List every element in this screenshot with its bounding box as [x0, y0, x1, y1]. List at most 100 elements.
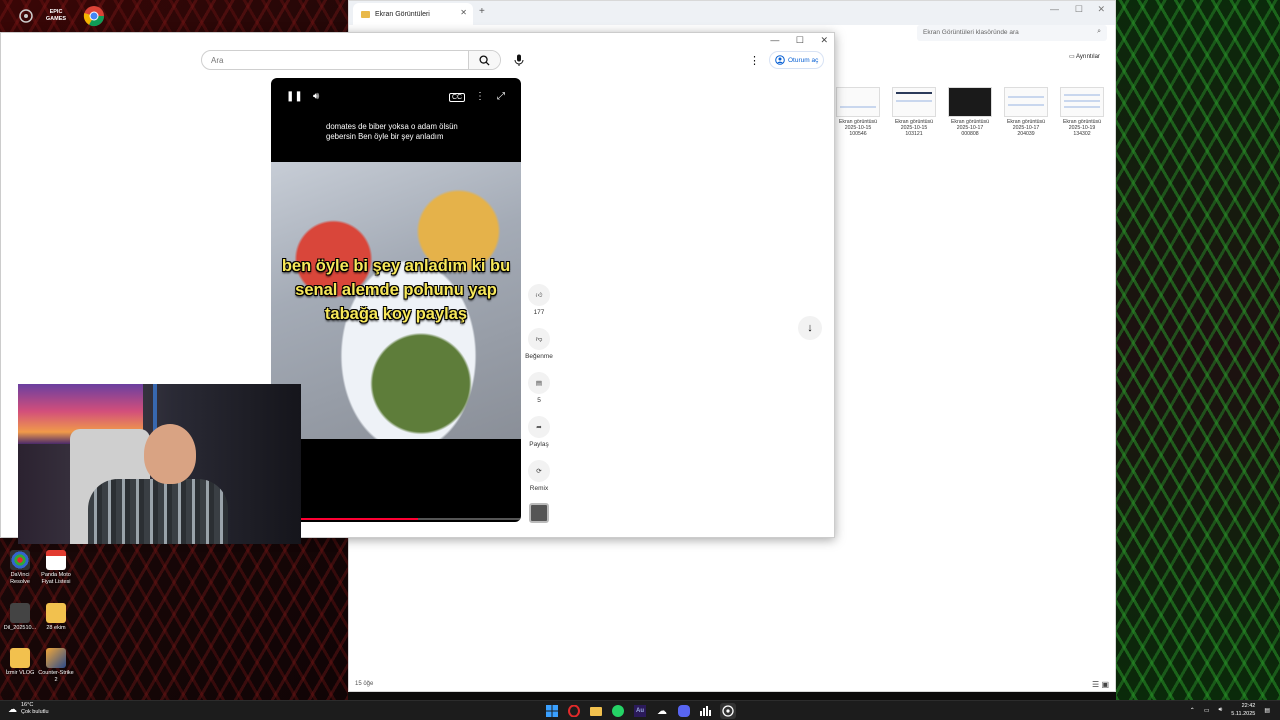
- sound-thumbnail[interactable]: [529, 503, 549, 523]
- volume-icon[interactable]: 🔊︎: [313, 91, 319, 102]
- chevron-up-icon[interactable]: ⌃: [1190, 707, 1195, 714]
- audition-button[interactable]: Au: [632, 703, 648, 719]
- explorer-tab-title: Ekran Görüntüleri: [375, 10, 430, 18]
- maximize-button[interactable]: ☐: [796, 35, 804, 45]
- captions-button[interactable]: CC: [449, 93, 466, 102]
- remix-button[interactable]: ⟳ Remix: [523, 460, 555, 492]
- chrome-icon[interactable]: [82, 4, 106, 28]
- epic-games-icon[interactable]: EPIC GAMES: [44, 4, 68, 28]
- explorer-tab-bar: Ekran Görüntüleri ✕ + — ☐ ✕: [349, 1, 1115, 25]
- desktop-icon-label: Panda Moto Fiyat Listesi: [41, 572, 71, 585]
- desktop-icon-cs2[interactable]: Counter-Strike 2: [36, 648, 76, 683]
- file-time: 100546: [849, 131, 867, 137]
- taskbar: ☁ 16°C Çok bulutlu Au ☁ ⌃ ▭ 🔊︎ 22:42 5.1…: [0, 700, 1280, 720]
- desktop-icon-folder-28[interactable]: 28 ekim: [36, 603, 76, 632]
- volume-icon[interactable]: 🔊︎: [1218, 707, 1222, 714]
- list-view-icon[interactable]: ☰: [1092, 680, 1099, 689]
- search-button[interactable]: [468, 51, 500, 69]
- view-mode-buttons[interactable]: ☰ ▣: [1092, 680, 1109, 689]
- file-time: 103121: [905, 131, 923, 137]
- sign-in-button[interactable]: Oturum aç: [769, 51, 825, 69]
- details-button[interactable]: ▭ Ayrıntılar: [1069, 53, 1100, 60]
- explorer-search-input[interactable]: Ekran Görüntüleri klasöründe ara ⌕: [917, 25, 1107, 41]
- network-icon[interactable]: ▭: [1204, 707, 1210, 714]
- person-head: [144, 424, 196, 484]
- explorer-search-placeholder: Ekran Görüntüleri klasöründe ara: [923, 29, 1019, 36]
- notification-icon[interactable]: ▤: [1264, 707, 1270, 714]
- weather-widget[interactable]: ☁ 16°C Çok bulutlu: [8, 702, 49, 716]
- opera-gx-button[interactable]: [566, 703, 582, 719]
- thumbnail-image: [1060, 87, 1104, 117]
- clock[interactable]: 22:42 5.11.2025: [1231, 702, 1255, 718]
- share-icon: ➦: [528, 416, 550, 438]
- progress-bar[interactable]: [301, 518, 521, 520]
- comment-count: 5: [537, 397, 541, 404]
- thumbnail-image: [836, 87, 880, 117]
- file-explorer-button[interactable]: [588, 703, 604, 719]
- desktop-icon-folder-izmir[interactable]: İzmir VLOG: [0, 648, 40, 677]
- weather-desc: Çok bulutlu: [21, 709, 49, 715]
- minimize-button[interactable]: —: [770, 35, 779, 45]
- account-icon: [775, 55, 785, 65]
- thumbnail-image: [948, 87, 992, 117]
- thumbnail-image: [892, 87, 936, 117]
- file-time: 134302: [1073, 131, 1091, 137]
- windows-icon: [546, 705, 558, 717]
- minimize-button[interactable]: —: [1050, 4, 1059, 14]
- comments-button[interactable]: ▤ 5: [523, 372, 555, 404]
- discord-button[interactable]: [676, 703, 692, 719]
- like-button[interactable]: 👍︎ 177: [523, 284, 555, 316]
- pdf-file-icon: [46, 550, 66, 570]
- onedrive-button[interactable]: ☁: [654, 703, 670, 719]
- pause-button[interactable]: ❚❚: [286, 91, 303, 102]
- counter-strike-icon: [46, 648, 66, 668]
- like-count: 177: [533, 309, 545, 316]
- close-button[interactable]: ✕: [820, 35, 828, 45]
- remix-icon: ⟳: [528, 460, 550, 482]
- desktop-wallpaper-right: [1116, 0, 1280, 700]
- close-button[interactable]: ✕: [1097, 4, 1105, 15]
- fullscreen-icon[interactable]: ⤢: [497, 91, 505, 102]
- video-caption: domates de biber yoksa o adam ölsün gebe…: [326, 122, 458, 141]
- desktop-icon-label: İzmir VLOG: [5, 670, 35, 676]
- whatsapp-button[interactable]: [610, 703, 626, 719]
- obs-button[interactable]: [720, 703, 736, 719]
- desktop-icon-label: 28 ekim: [46, 625, 66, 631]
- file-thumbnail[interactable]: Ekran görüntüsü 2025-10-19 134302: [1059, 87, 1105, 137]
- search-icon: ⌕: [1097, 28, 1101, 35]
- desktop-icon-davinci[interactable]: DaVinci Resolve: [0, 550, 40, 585]
- details-pane-icon: ▭: [1069, 54, 1075, 60]
- system-tray: ⌃ ▭ 🔊︎ 22:42 5.11.2025 ▤: [1190, 702, 1270, 718]
- explorer-tab[interactable]: Ekran Görüntüleri ✕: [353, 3, 473, 25]
- microphone-icon: [514, 54, 524, 66]
- search-input[interactable]: [202, 51, 470, 69]
- audio-meter-button[interactable]: [698, 703, 714, 719]
- close-tab-icon[interactable]: ✕: [460, 8, 467, 17]
- item-count: 15 öğe: [355, 681, 374, 687]
- file-thumbnail[interactable]: Ekran görüntüsü 2025-10-15 103121: [891, 87, 937, 137]
- maximize-button[interactable]: ☐: [1075, 4, 1083, 15]
- desktop-icon-label: DaVinci Resolve: [10, 572, 30, 585]
- start-button[interactable]: [544, 703, 560, 719]
- youtube-search-box[interactable]: [201, 50, 501, 70]
- desktop-icon-pdf[interactable]: Panda Moto Fiyat Listesi: [36, 550, 76, 585]
- share-button[interactable]: ➦ Paylaş: [523, 416, 555, 448]
- file-thumbnail[interactable]: Ekran görüntüsü 2025-10-17 000808: [947, 87, 993, 137]
- voice-search-button[interactable]: [511, 52, 527, 68]
- more-options-icon[interactable]: ⋮: [749, 54, 760, 67]
- obs-icon[interactable]: [14, 4, 38, 28]
- new-tab-button[interactable]: +: [479, 6, 485, 17]
- clock-date: 5.11.2025: [1231, 711, 1256, 717]
- video-overlay-text: ben öyle bi şey anladım ki bu senal alem…: [281, 257, 511, 323]
- sign-in-label: Oturum aç: [788, 56, 819, 64]
- next-video-button[interactable]: ↓: [798, 316, 822, 340]
- player-more-icon[interactable]: ⋮: [475, 91, 485, 102]
- dislike-button[interactable]: 👎︎ Beğenme: [523, 328, 555, 360]
- desktop-icon-video[interactable]: Dil_202510...: [0, 603, 40, 632]
- tile-view-icon[interactable]: ▣: [1101, 680, 1109, 689]
- file-thumbnail[interactable]: Ekran görüntüsü 2025-10-17 204039: [1003, 87, 1049, 137]
- cloud-icon: ☁: [8, 703, 17, 714]
- webcam-overlay: [18, 384, 301, 544]
- shorts-player[interactable]: ❚❚ 🔊︎ CC ⋮ ⤢ domates de biber yoksa o ad…: [271, 78, 521, 522]
- file-thumbnail[interactable]: Ekran görüntüsü 2025-10-15 100546: [835, 87, 881, 137]
